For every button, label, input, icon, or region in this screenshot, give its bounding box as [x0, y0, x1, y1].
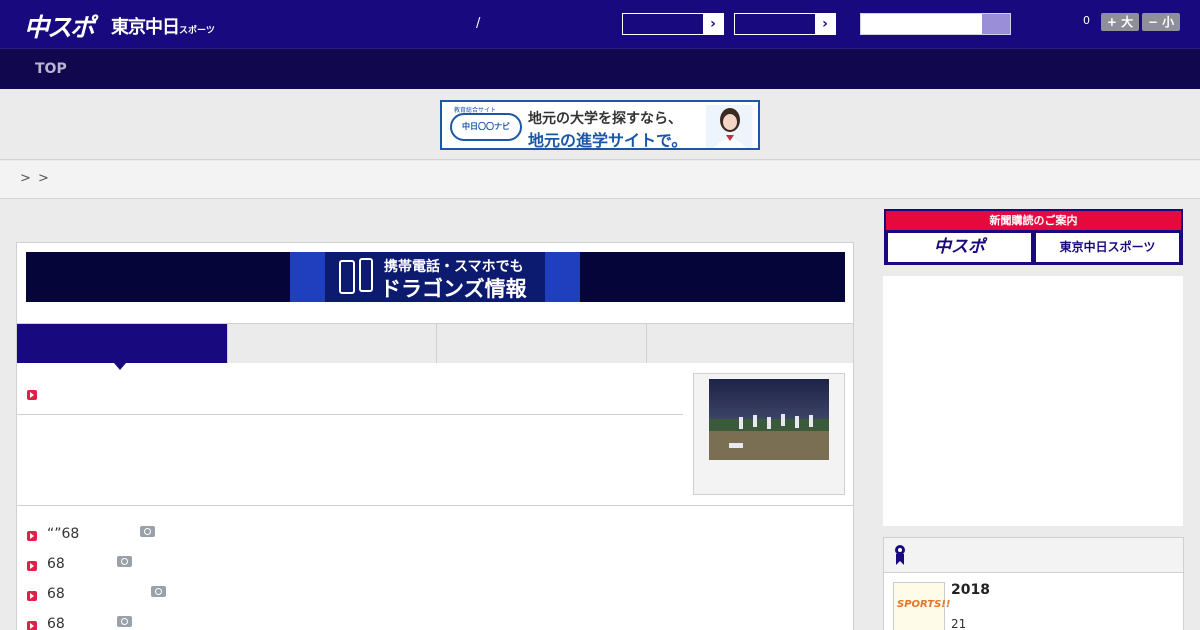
photo-player: [739, 417, 743, 429]
arrow-bullet-icon: [27, 531, 37, 541]
header-slash: /: [476, 16, 481, 31]
arrow-bullet-icon: [27, 621, 37, 630]
ranking-detail: 21: [951, 617, 967, 630]
tab-2[interactable]: [227, 324, 437, 363]
tab-3[interactable]: [436, 324, 646, 363]
main-content: 携帯電話・スマホでも ドラゴンズ情報 “”68 68 68 68: [16, 242, 854, 630]
arrow-bullet-icon: [27, 390, 37, 400]
site-header: 中スポ 東京中日スポーツ / › › 0 + 大 − 小: [0, 0, 1200, 48]
photo-player-sliding: [729, 443, 743, 448]
subscribe-tokyo-chunichi-button[interactable]: 東京中日スポーツ: [1036, 233, 1179, 262]
category-select-1[interactable]: ›: [622, 13, 724, 35]
tokyo-chunichi-logo-small: スポーツ: [179, 26, 215, 36]
baseball-photo: [709, 379, 829, 460]
ad-model-image: [706, 105, 752, 148]
tokyo-chunichi-logo-text: 東京中日: [111, 17, 180, 38]
font-increase-button[interactable]: + 大: [1101, 13, 1139, 31]
news-headline[interactable]: 68: [47, 586, 65, 602]
sidebar-ad-slot: [883, 276, 1183, 526]
global-nav: TOP: [0, 48, 1200, 89]
news-headline[interactable]: 68: [47, 556, 65, 572]
featured-article[interactable]: [17, 363, 853, 506]
breadcrumb-separator: >: [38, 171, 49, 186]
ranking-thumbnail[interactable]: SPORTS!!: [893, 582, 950, 630]
ad-badge: 中日〇〇ナビ: [450, 113, 522, 141]
chevron-right-icon[interactable]: ›: [703, 14, 723, 34]
chevron-right-icon[interactable]: ›: [815, 14, 835, 34]
news-headline[interactable]: “”68: [47, 526, 79, 542]
photo-field: [709, 431, 829, 460]
list-item[interactable]: 68: [17, 579, 853, 607]
search-button[interactable]: [982, 14, 1010, 34]
education-ad-banner[interactable]: 教育総合サイト 中日〇〇ナビ 地元の大学を探すなら、 地元の進学サイトで。: [440, 100, 760, 150]
photo-player: [753, 415, 757, 427]
medal-icon: [895, 545, 905, 565]
category-select-2[interactable]: ›: [734, 13, 836, 35]
ad-bar: 教育総合サイト 中日〇〇ナビ 地元の大学を探すなら、 地元の進学サイトで。: [0, 89, 1200, 160]
phone-icon: [339, 260, 355, 294]
photo-player: [781, 414, 785, 426]
arrow-bullet-icon: [27, 591, 37, 601]
camera-icon: [117, 556, 132, 567]
list-item[interactable]: 68: [17, 549, 853, 577]
camera-icon: [140, 526, 155, 537]
news-headline[interactable]: 68: [47, 616, 65, 630]
photo-player: [767, 417, 771, 429]
divider: [17, 414, 683, 415]
subscription-box: 新聞購読のご案内 中スポ 東京中日スポーツ: [884, 209, 1183, 265]
breadcrumb-separator: >: [20, 171, 31, 186]
font-size-count: 0: [1083, 14, 1090, 27]
list-item[interactable]: 68: [17, 609, 853, 630]
nav-item-top[interactable]: TOP: [35, 61, 67, 77]
dragons-mobile-banner[interactable]: 携帯電話・スマホでも ドラゴンズ情報: [26, 252, 845, 302]
ad-line2: 地元の進学サイトで。: [528, 131, 688, 150]
ranking-title[interactable]: 2018: [951, 582, 990, 598]
tokyo-chunichi-logo[interactable]: 東京中日スポーツ: [111, 13, 215, 39]
camera-icon: [117, 616, 132, 627]
chuspo-logo[interactable]: 中スポ: [24, 8, 95, 44]
ranking-header: [884, 538, 1183, 573]
phone-icon: [359, 258, 373, 292]
photo-player: [795, 416, 799, 428]
tab-1[interactable]: [17, 324, 227, 370]
banner-line2: ドラゴンズ情報: [380, 277, 527, 301]
list-item[interactable]: “”68: [17, 519, 853, 547]
subscribe-chuspo-button[interactable]: 中スポ: [888, 233, 1031, 262]
breadcrumb: > >: [0, 161, 1200, 199]
photo-stands: [709, 379, 829, 419]
ad-line1: 地元の大学を探すなら、: [528, 111, 682, 127]
search-input[interactable]: [860, 13, 1011, 35]
featured-thumbnail-box[interactable]: [693, 373, 845, 495]
photo-player: [809, 415, 813, 427]
subscription-header[interactable]: 新聞購読のご案内: [886, 211, 1181, 230]
camera-icon: [151, 586, 166, 597]
news-tabs: [17, 323, 853, 370]
ranking-box: SPORTS!! 2018 21: [883, 537, 1184, 630]
arrow-bullet-icon: [27, 561, 37, 571]
font-decrease-button[interactable]: − 小: [1142, 13, 1180, 31]
tab-4[interactable]: [646, 324, 853, 363]
ranking-thumbnail-text: SPORTS!!: [897, 599, 951, 610]
